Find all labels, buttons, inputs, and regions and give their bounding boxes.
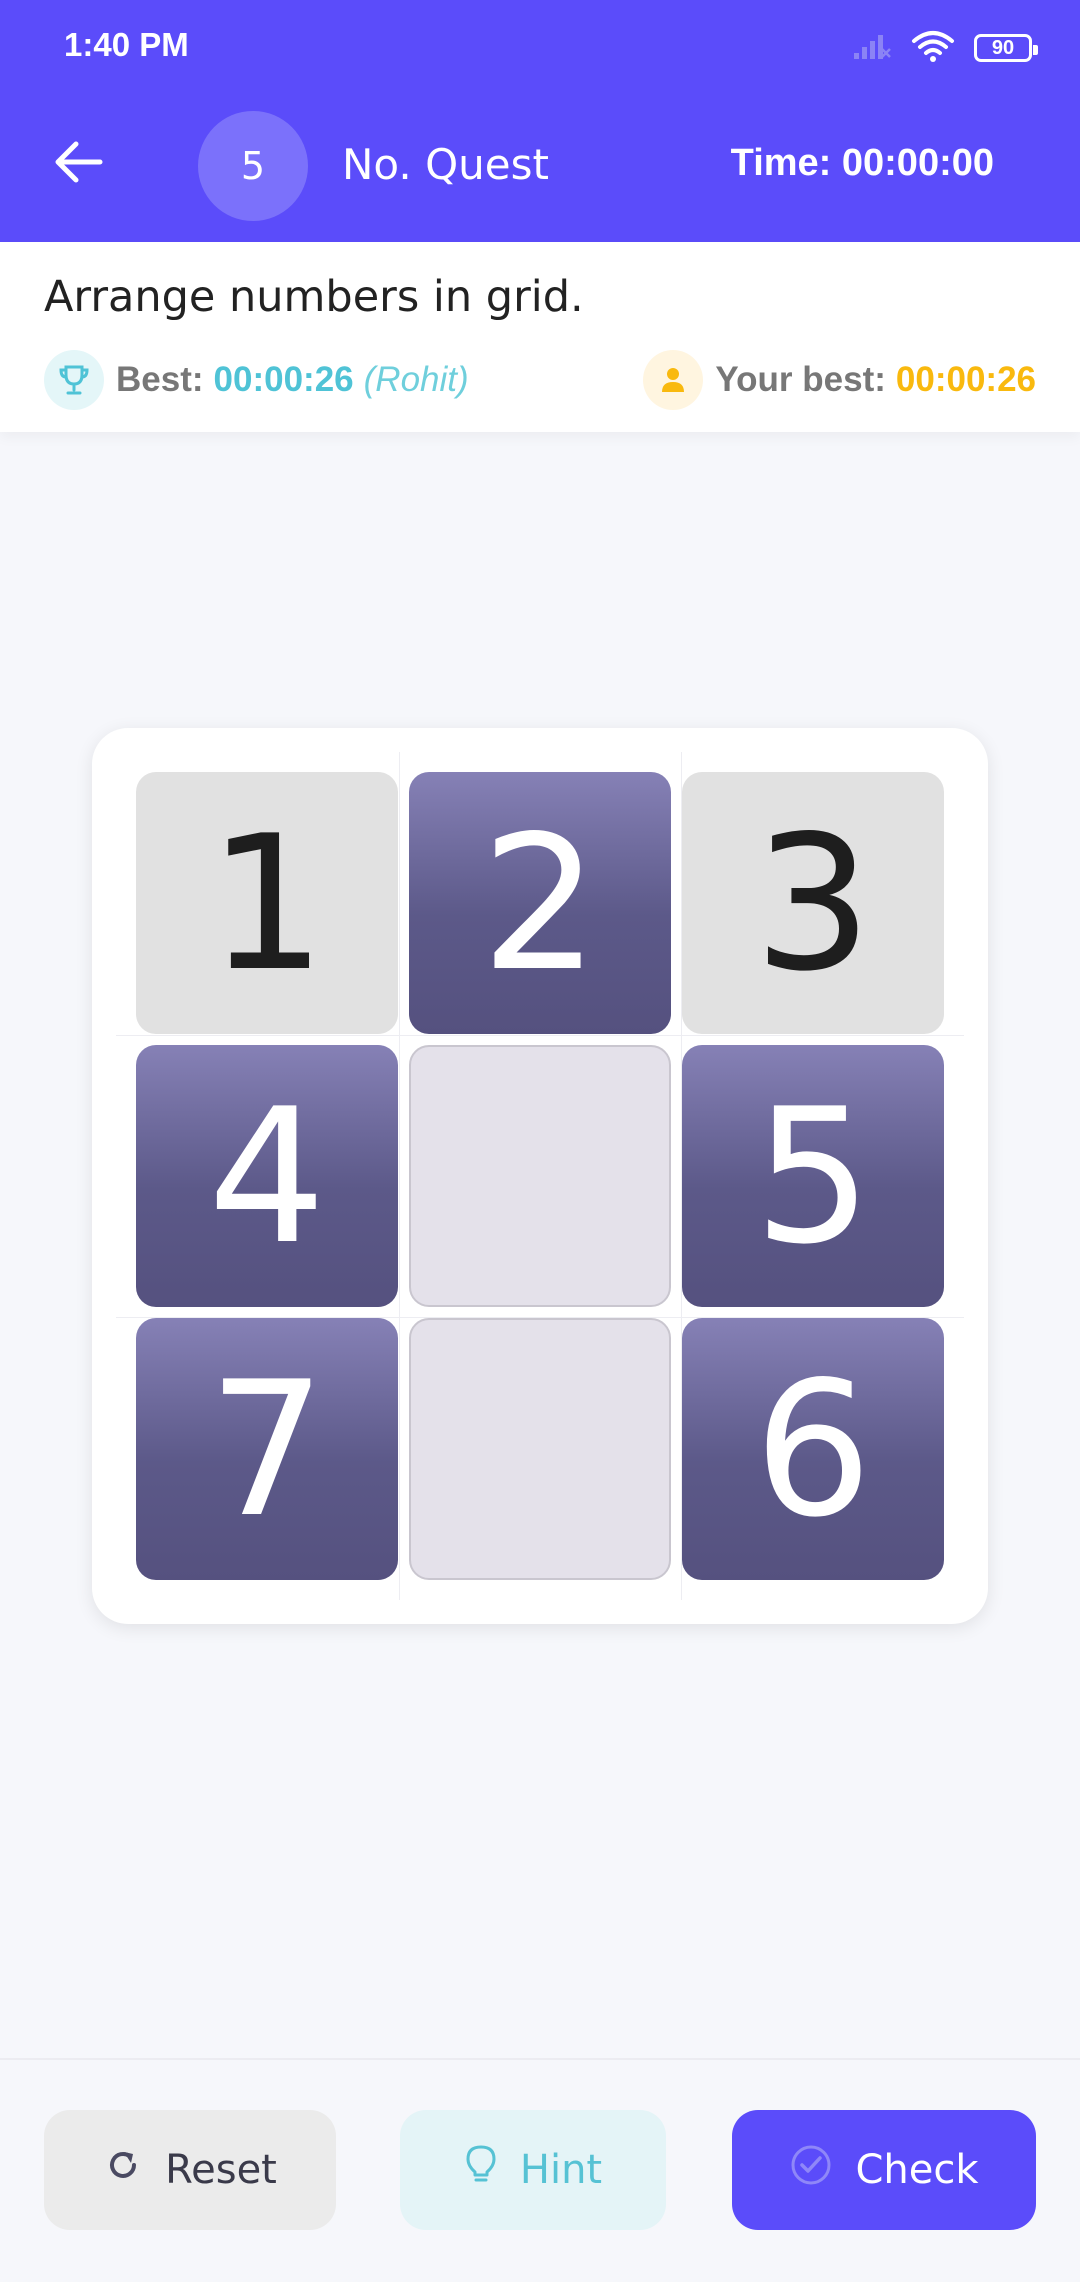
info-panel: Arrange numbers in grid. Best: 00:00:26 … [0,242,1080,432]
grid-tile[interactable]: 2 [409,772,671,1034]
check-circle-icon [789,2143,833,2197]
grid-divider [116,1035,964,1036]
check-label: Check [855,2147,979,2193]
hint-label: Hint [519,2147,603,2193]
user-icon [643,350,704,410]
your-best-time: 00:00:26 [895,360,1036,399]
page-title: No. Quest [342,140,549,189]
best-time: 00:00:26 [213,360,354,399]
best-label: Best: [116,360,204,399]
grid-tile[interactable] [409,1318,671,1580]
your-best-label: Your best: [715,360,886,399]
instruction-text: Arrange numbers in grid. [44,272,584,322]
reset-icon [103,2145,143,2195]
reset-button[interactable]: Reset [44,2110,336,2230]
grid-tile[interactable]: 6 [682,1318,944,1580]
grid-tile[interactable] [409,1045,671,1307]
your-best-record: Your best: 00:00:26 [643,350,1036,410]
back-button[interactable] [46,132,110,196]
best-record: Best: 00:00:26 (Rohit) [44,350,469,410]
trophy-icon [44,350,104,410]
level-badge: 5 [198,111,308,221]
app-header: 1:40 PM 90 5 No. Quest Time: 00:00:00 [0,0,1080,242]
hint-button[interactable]: Hint [400,2110,666,2230]
check-button[interactable]: Check [732,2110,1036,2230]
wifi-icon [910,29,956,68]
grid-tile[interactable]: 4 [136,1045,398,1307]
timer: Time: 00:00:00 [730,142,994,184]
status-icons: 90 [852,28,1038,68]
grid-tile[interactable]: 7 [136,1318,398,1580]
lightbulb-icon [464,2144,498,2196]
signal-icon [852,31,892,66]
grid-divider [399,752,400,1600]
grid-tile[interactable]: 1 [136,772,398,1034]
grid-tile[interactable]: 3 [682,772,944,1034]
puzzle-board: 1 2 3 4 5 7 6 [92,728,988,1624]
arrow-left-icon [52,140,104,189]
reset-label: Reset [165,2147,277,2193]
grid-tile[interactable]: 5 [682,1045,944,1307]
status-time: 1:40 PM [64,26,189,63]
best-holder: (Rohit) [363,360,469,399]
battery-icon: 90 [974,34,1038,62]
